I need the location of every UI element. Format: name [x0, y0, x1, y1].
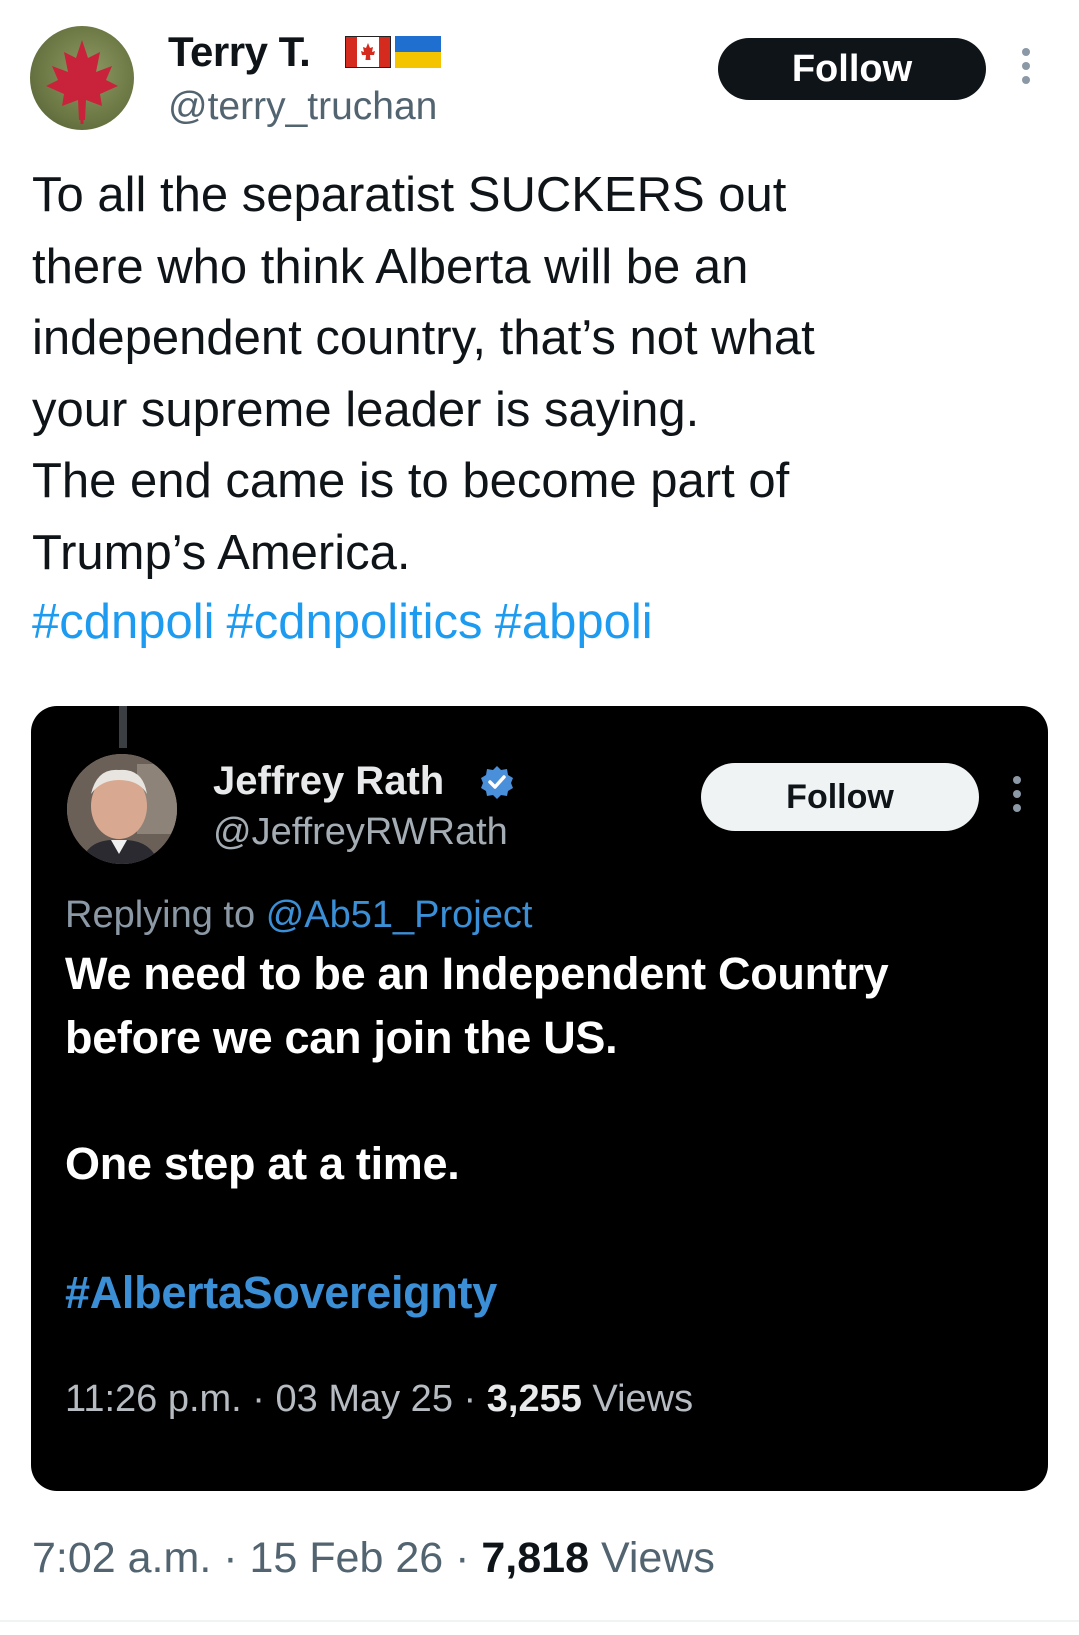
maple-leaf-icon: [46, 40, 118, 124]
separator: ·: [455, 1534, 470, 1582]
tweet-text-line: The end came is to become part of: [32, 454, 790, 508]
hashtag-link[interactable]: #abpoli: [495, 595, 653, 649]
tweet-text-line: Trump’s America.: [32, 525, 411, 580]
hashtag-list: #cdnpoli #cdnpolitics #abpoli: [32, 590, 665, 654]
timestamp[interactable]: 7:02 a.m.: [32, 1534, 211, 1582]
views-label: Views: [592, 1378, 694, 1420]
canada-flag-icon: [345, 36, 391, 73]
timestamp[interactable]: 11:26 p.m.: [65, 1378, 242, 1420]
quoted-author-handle[interactable]: @JeffreyRWRath: [213, 808, 508, 856]
tweet-text-line: independent country, that’s not what: [32, 311, 815, 365]
tweet-text-line: your supreme leader is saying.: [32, 382, 700, 437]
hashtag-link[interactable]: #cdnpoli: [32, 595, 215, 649]
avatar[interactable]: [30, 26, 134, 130]
ukraine-flag-icon: [395, 36, 441, 73]
separator: ·: [223, 1534, 238, 1582]
quoted-author-avatar[interactable]: [67, 754, 177, 864]
quoted-tweet-meta: 11:26 p.m. · 03 May 25 · 3,255 Views: [65, 1374, 693, 1424]
more-vertical-icon[interactable]: [1020, 48, 1032, 88]
quoted-tweet-text-line: before we can join the US.: [65, 1012, 618, 1063]
quoted-tweet-card[interactable]: Jeffrey Rath @JeffreyRWRath Follow Reply…: [31, 706, 1048, 1491]
separator: ·: [252, 1378, 265, 1420]
tweet-meta: 7:02 a.m. · 15 Feb 26 · 7,818 Views: [32, 1530, 715, 1586]
views-count: 3,255: [486, 1378, 582, 1420]
date[interactable]: 03 May 25: [276, 1378, 453, 1420]
tweet-text: To all the separatist SUCKERS out there …: [32, 160, 1042, 589]
author-handle[interactable]: @terry_truchan: [168, 82, 437, 132]
views-count: 7,818: [481, 1534, 589, 1582]
replying-prefix: Replying to: [65, 894, 256, 936]
follow-button[interactable]: Follow: [718, 38, 986, 100]
author-display-name[interactable]: Terry T.: [168, 26, 311, 78]
hashtag-link[interactable]: #AlbertaSovereignty: [65, 1261, 497, 1325]
tweet-text-line: To all the separatist SUCKERS out: [32, 168, 787, 222]
quoted-tweet-text-line: We need to be an Independent Country: [65, 948, 889, 999]
replying-to-line: Replying to @Ab51_Project: [65, 892, 532, 938]
verified-badge-icon: [479, 764, 515, 805]
more-vertical-icon[interactable]: [1011, 776, 1023, 816]
date[interactable]: 15 Feb 26: [250, 1534, 444, 1582]
tweet-text-line: there who think Alberta will be an: [32, 239, 749, 294]
quoted-author-display-name[interactable]: Jeffrey Rath: [213, 756, 444, 806]
views-label: Views: [600, 1534, 715, 1582]
quoted-follow-button[interactable]: Follow: [701, 763, 979, 831]
divider: [0, 1620, 1079, 1622]
person-portrait-icon: [67, 754, 177, 864]
separator: ·: [463, 1378, 477, 1420]
reply-target-link[interactable]: @Ab51_Project: [266, 894, 533, 936]
quoted-tweet-text-line: One step at a time.: [65, 1138, 460, 1189]
hashtag-link[interactable]: #cdnpolitics: [227, 595, 483, 649]
thread-line: [119, 706, 127, 748]
